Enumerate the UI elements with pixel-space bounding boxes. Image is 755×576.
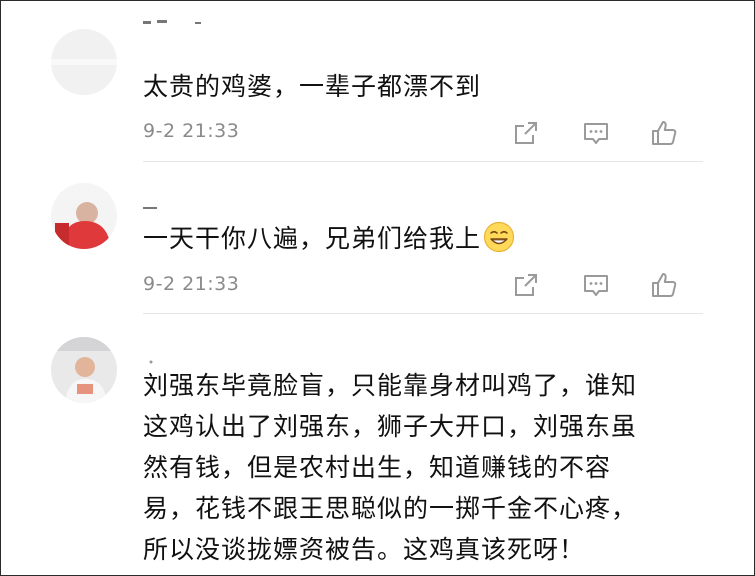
reply-icon[interactable] [581,118,611,148]
comment-time: 9-2 21:33 [143,120,240,142]
reply-icon[interactable] [581,270,611,300]
divider [143,313,703,314]
comment-text-content: 一天干你八遍，兄弟们给我上 [143,224,482,253]
comment-text: 太贵的鸡婆，一辈子都漂不到 [143,72,482,101]
comment-time: 9-2 21:33 [143,273,240,295]
like-icon[interactable] [649,270,679,300]
divider [143,161,703,162]
comment-actions [511,118,691,148]
comment-list: 太贵的鸡婆，一辈子都漂不到 9-2 21:33 一天干你八遍，兄弟们给我上 9-… [0,0,755,576]
like-icon[interactable] [649,118,679,148]
share-icon[interactable] [511,270,541,300]
avatar[interactable] [51,183,117,249]
avatar[interactable] [51,29,117,95]
grinning-face-emoji [483,221,515,253]
comment-text: 一天干你八遍，兄弟们给我上 [143,221,515,257]
comment-text: 刘强东毕竟脸盲，只能靠身材叫鸡了，谁知 这鸡认出了刘强东，狮子大开口，刘强东虽 … [143,371,638,564]
username-partial [143,197,163,209]
avatar[interactable] [51,337,117,403]
comment-actions [511,270,691,300]
username-partial [143,11,263,31]
share-icon[interactable] [511,118,541,148]
username-partial [143,351,163,364]
